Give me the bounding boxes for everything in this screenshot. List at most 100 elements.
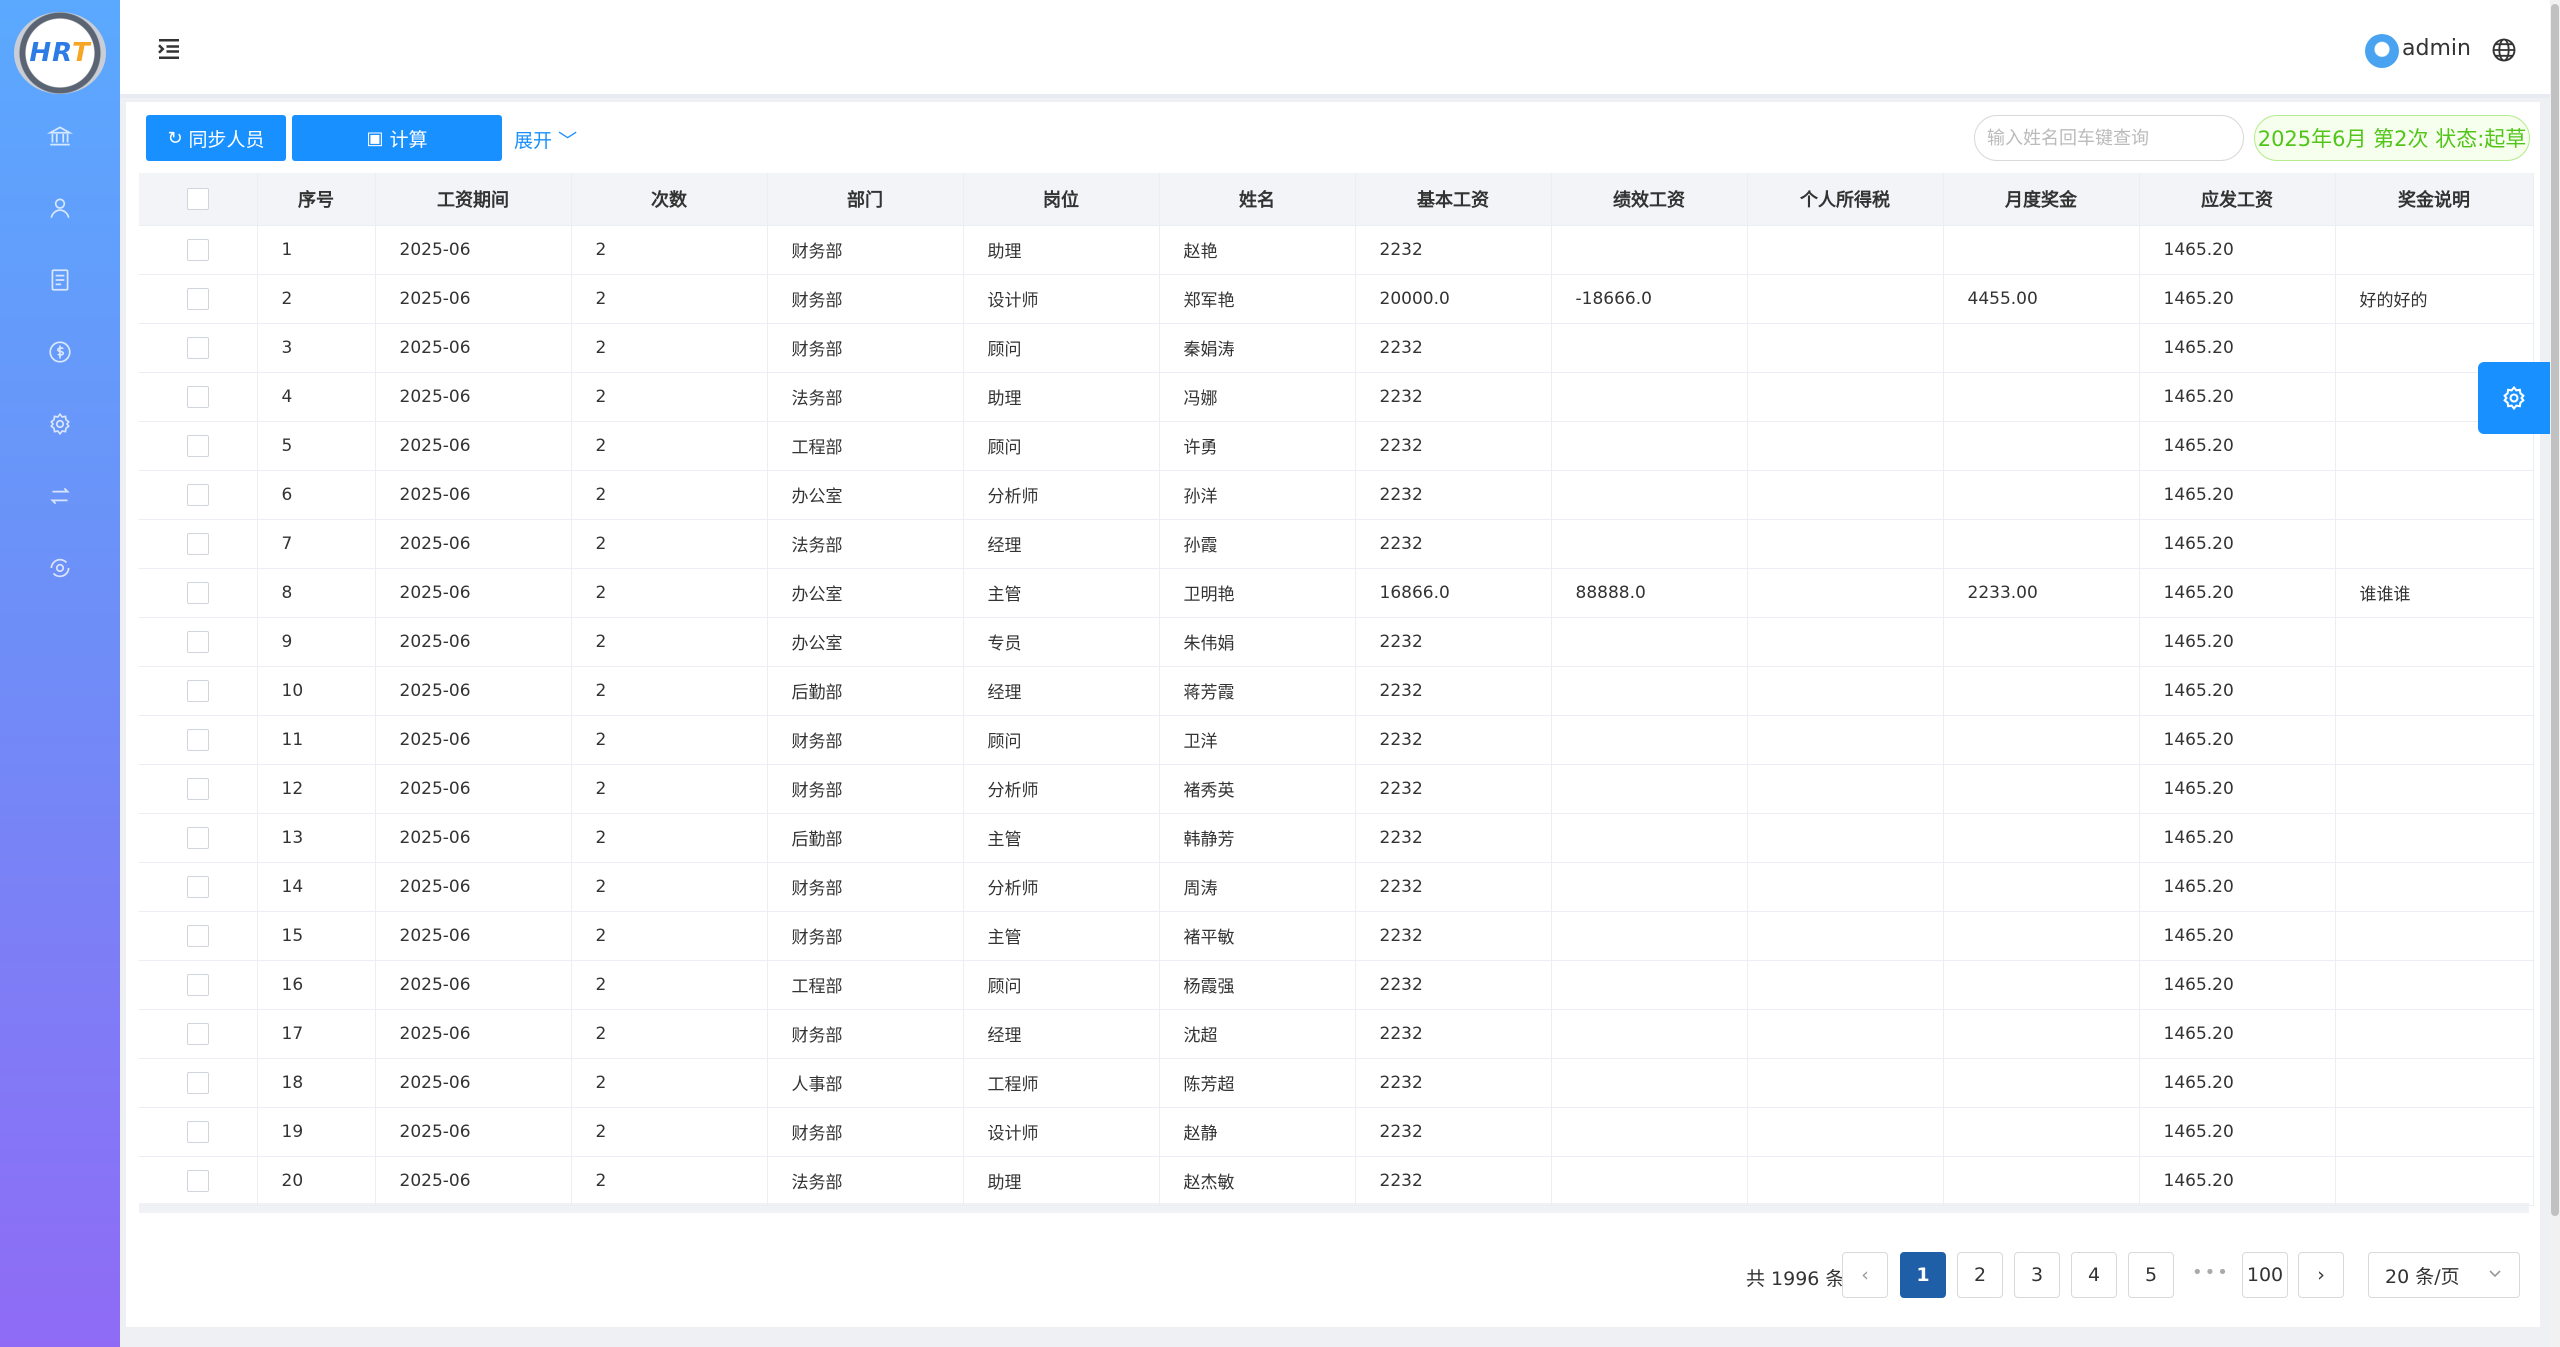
globe-icon[interactable]	[2490, 36, 2518, 64]
page-1-button[interactable]: 1	[1900, 1252, 1946, 1298]
row-checkbox[interactable]	[186, 483, 209, 506]
table-cell: 2232	[1355, 519, 1552, 569]
column-header: 应发工资	[2139, 173, 2336, 226]
table-row[interactable]: 17 2025-06 2 财务部 经理 沈超 2232 1465.20	[139, 1009, 2534, 1059]
table-cell: 2025-06	[375, 911, 572, 961]
table-row[interactable]: 1 2025-06 2 财务部 助理 赵艳 2232 1465.20	[139, 225, 2534, 275]
table-cell	[1747, 764, 1944, 814]
table-cell	[1747, 813, 1944, 863]
table-cell: 2	[571, 960, 768, 1010]
row-checkbox[interactable]	[186, 336, 209, 359]
table-cell: 2	[571, 666, 768, 716]
table-row[interactable]: 12 2025-06 2 财务部 分析师 褚秀英 2232 1465.20	[139, 764, 2534, 814]
settings-icon[interactable]	[46, 410, 74, 438]
table-row[interactable]: 20 2025-06 2 法务部 助理 赵杰敏 2232 1465.20	[139, 1156, 2534, 1206]
table-row[interactable]: 3 2025-06 2 财务部 顾问 秦娟涛 2232 1465.20	[139, 323, 2534, 373]
table-row[interactable]: 19 2025-06 2 财务部 设计师 赵静 2232 1465.20	[139, 1107, 2534, 1157]
row-checkbox[interactable]	[186, 679, 209, 702]
table-cell: 设计师	[963, 274, 1160, 324]
refresh-settings-icon[interactable]	[46, 554, 74, 582]
expand-link[interactable]: 展开 ﹀	[514, 126, 577, 153]
table-row[interactable]: 14 2025-06 2 财务部 分析师 周涛 2232 1465.20	[139, 862, 2534, 912]
page-last-button[interactable]: 100	[2242, 1252, 2288, 1298]
table-row[interactable]: 15 2025-06 2 财务部 主管 褚平敏 2232 1465.20	[139, 911, 2534, 961]
transfer-icon[interactable]	[46, 482, 74, 510]
table-cell	[1943, 225, 2140, 275]
row-select-cell	[139, 764, 258, 814]
floating-settings-button[interactable]	[2478, 362, 2550, 434]
more-pages-ellipsis[interactable]: •••	[2192, 1262, 2230, 1283]
page-2-button[interactable]: 2	[1957, 1252, 2003, 1298]
table-row[interactable]: 16 2025-06 2 工程部 顾问 杨霞强 2232 1465.20	[139, 960, 2534, 1010]
avatar[interactable]	[2365, 34, 2399, 68]
row-checkbox[interactable]	[186, 434, 209, 457]
table-row[interactable]: 5 2025-06 2 工程部 顾问 许勇 2232 1465.20	[139, 421, 2534, 471]
table-cell	[1943, 421, 2140, 471]
table-cell: 2025-06	[375, 1058, 572, 1108]
table-cell: 法务部	[767, 372, 964, 422]
calculate-button[interactable]: ▣ 计算	[292, 115, 502, 161]
table-row[interactable]: 7 2025-06 2 法务部 经理 孙霞 2232 1465.20	[139, 519, 2534, 569]
table-cell: 财务部	[767, 1107, 964, 1157]
table-row[interactable]: 4 2025-06 2 法务部 助理 冯娜 2232 1465.20	[139, 372, 2534, 422]
page-5-button[interactable]: 5	[2128, 1252, 2174, 1298]
row-checkbox[interactable]	[186, 287, 209, 310]
page-3-button[interactable]: 3	[2014, 1252, 2060, 1298]
table-cell	[1943, 617, 2140, 667]
row-checkbox[interactable]	[186, 875, 209, 898]
table-cell: 2232	[1355, 1107, 1552, 1157]
table-cell: 2232	[1355, 813, 1552, 863]
table-cell: 周涛	[1159, 862, 1356, 912]
row-checkbox[interactable]	[186, 826, 209, 849]
row-checkbox[interactable]	[186, 1071, 209, 1094]
name-search-input[interactable]	[1974, 115, 2244, 161]
menu-toggle-icon[interactable]	[154, 34, 184, 64]
page-4-button[interactable]: 4	[2071, 1252, 2117, 1298]
sync-staff-button[interactable]: ↻ 同步人员	[146, 115, 286, 161]
table-cell	[2335, 862, 2534, 912]
row-select-cell	[139, 862, 258, 912]
table-row[interactable]: 13 2025-06 2 后勤部 主管 韩静芳 2232 1465.20	[139, 813, 2534, 863]
table-cell: 10	[257, 666, 376, 716]
bank-icon[interactable]	[46, 122, 74, 150]
salary-icon[interactable]	[46, 338, 74, 366]
table-row[interactable]: 8 2025-06 2 办公室 主管 卫明艳 16866.0 88888.0 2233.00 14…	[139, 568, 2534, 618]
table-row[interactable]: 18 2025-06 2 人事部 工程师 陈芳超 2232 1465.20	[139, 1058, 2534, 1108]
row-checkbox[interactable]	[186, 385, 209, 408]
row-checkbox[interactable]	[186, 1169, 209, 1192]
table-row[interactable]: 2 2025-06 2 财务部 设计师 郑军艳 20000.0 -18666.0 4455.00…	[139, 274, 2534, 324]
row-checkbox[interactable]	[186, 924, 209, 947]
user-icon[interactable]	[46, 194, 74, 222]
document-icon[interactable]	[46, 266, 74, 294]
row-checkbox[interactable]	[186, 777, 209, 800]
table-cell	[2335, 470, 2534, 520]
row-checkbox[interactable]	[186, 1120, 209, 1143]
table-cell: 20	[257, 1156, 376, 1206]
username[interactable]: admin	[2402, 36, 2471, 61]
select-all-checkbox[interactable]	[186, 187, 209, 210]
row-checkbox[interactable]	[186, 238, 209, 261]
row-checkbox[interactable]	[186, 532, 209, 555]
row-checkbox[interactable]	[186, 973, 209, 996]
table-row[interactable]: 10 2025-06 2 后勤部 经理 蒋芳霞 2232 1465.20	[139, 666, 2534, 716]
row-checkbox[interactable]	[186, 630, 209, 653]
page-size-value: 20 条/页	[2385, 1265, 2460, 1288]
row-checkbox[interactable]	[186, 1022, 209, 1045]
table-cell: 2025-06	[375, 1009, 572, 1059]
next-page-button[interactable]: ›	[2298, 1252, 2344, 1298]
table-cell: 分析师	[963, 470, 1160, 520]
page-size-select[interactable]: 20 条/页	[2368, 1252, 2520, 1298]
table-row[interactable]: 9 2025-06 2 办公室 专员 朱伟娟 2232 1465.20	[139, 617, 2534, 667]
table-cell: 2	[571, 813, 768, 863]
row-checkbox[interactable]	[186, 728, 209, 751]
table-cell: 2025-06	[375, 1107, 572, 1157]
table-cell	[1551, 617, 1748, 667]
page-scrollbar-thumb[interactable]	[2551, 4, 2559, 1216]
table-row[interactable]: 6 2025-06 2 办公室 分析师 孙洋 2232 1465.20	[139, 470, 2534, 520]
table-row[interactable]: 11 2025-06 2 财务部 顾问 卫洋 2232 1465.20	[139, 715, 2534, 765]
row-checkbox[interactable]	[186, 581, 209, 604]
table-cell	[1943, 1107, 2140, 1157]
table-cell	[1747, 225, 1944, 275]
app-logo[interactable]: HRT	[14, 12, 106, 94]
prev-page-button[interactable]: ‹	[1842, 1252, 1888, 1298]
